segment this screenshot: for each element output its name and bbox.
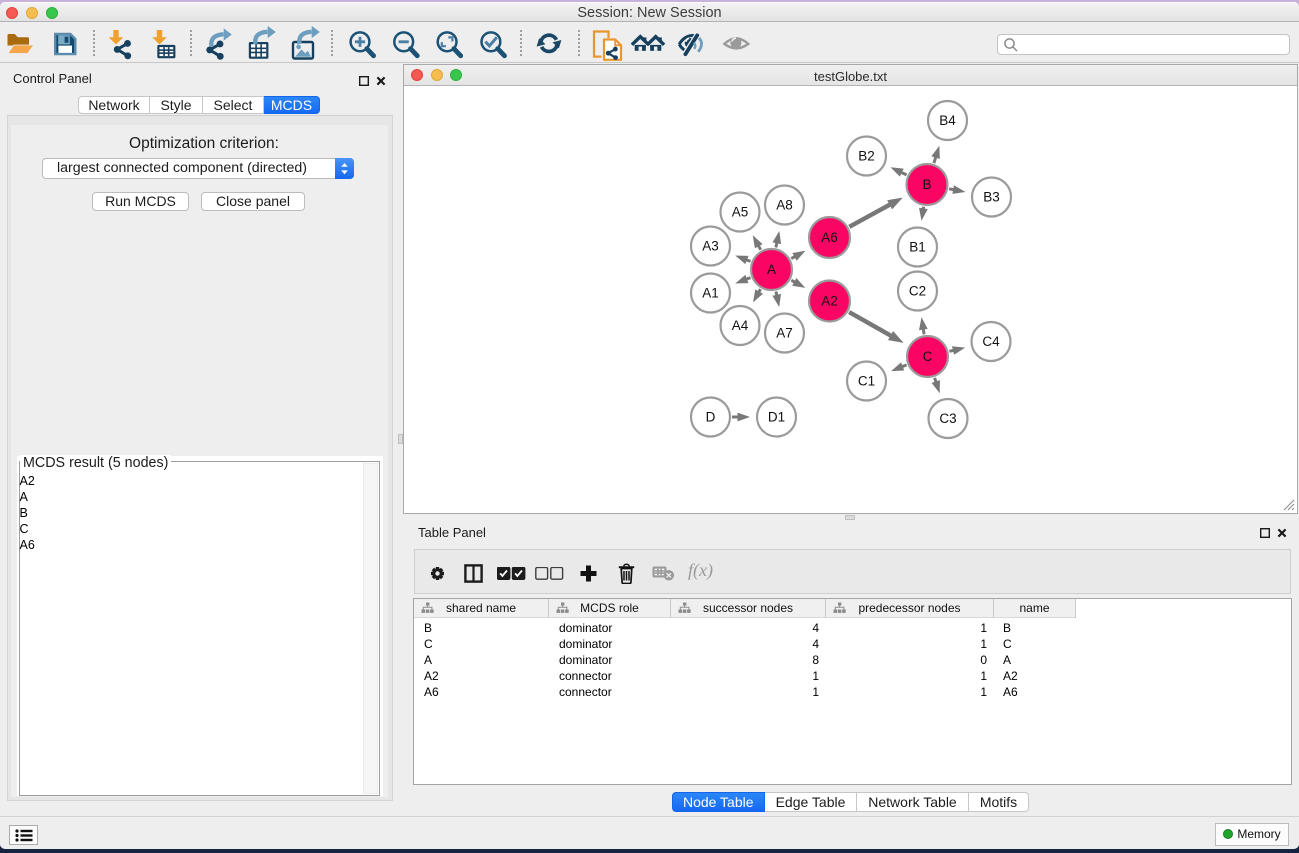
svg-text:B2: B2 [858, 149, 875, 164]
svg-text:C2: C2 [909, 284, 926, 299]
svg-text:C1: C1 [858, 374, 875, 389]
svg-text:A6: A6 [821, 230, 838, 245]
svg-text:A5: A5 [732, 205, 749, 220]
svg-text:C3: C3 [939, 411, 956, 426]
svg-text:C4: C4 [982, 334, 1000, 349]
svg-text:A3: A3 [702, 239, 719, 254]
svg-text:C: C [923, 349, 933, 364]
svg-text:A7: A7 [776, 326, 793, 341]
svg-text:A1: A1 [702, 286, 719, 301]
svg-text:D: D [706, 410, 716, 425]
svg-text:A4: A4 [732, 318, 749, 333]
svg-text:A8: A8 [776, 198, 793, 213]
svg-text:B4: B4 [939, 113, 956, 128]
svg-text:B1: B1 [909, 240, 926, 255]
svg-text:D1: D1 [768, 410, 785, 425]
svg-text:A2: A2 [821, 294, 838, 309]
svg-text:B3: B3 [983, 190, 1000, 205]
svg-text:B: B [922, 177, 931, 192]
svg-text:A: A [767, 262, 776, 277]
